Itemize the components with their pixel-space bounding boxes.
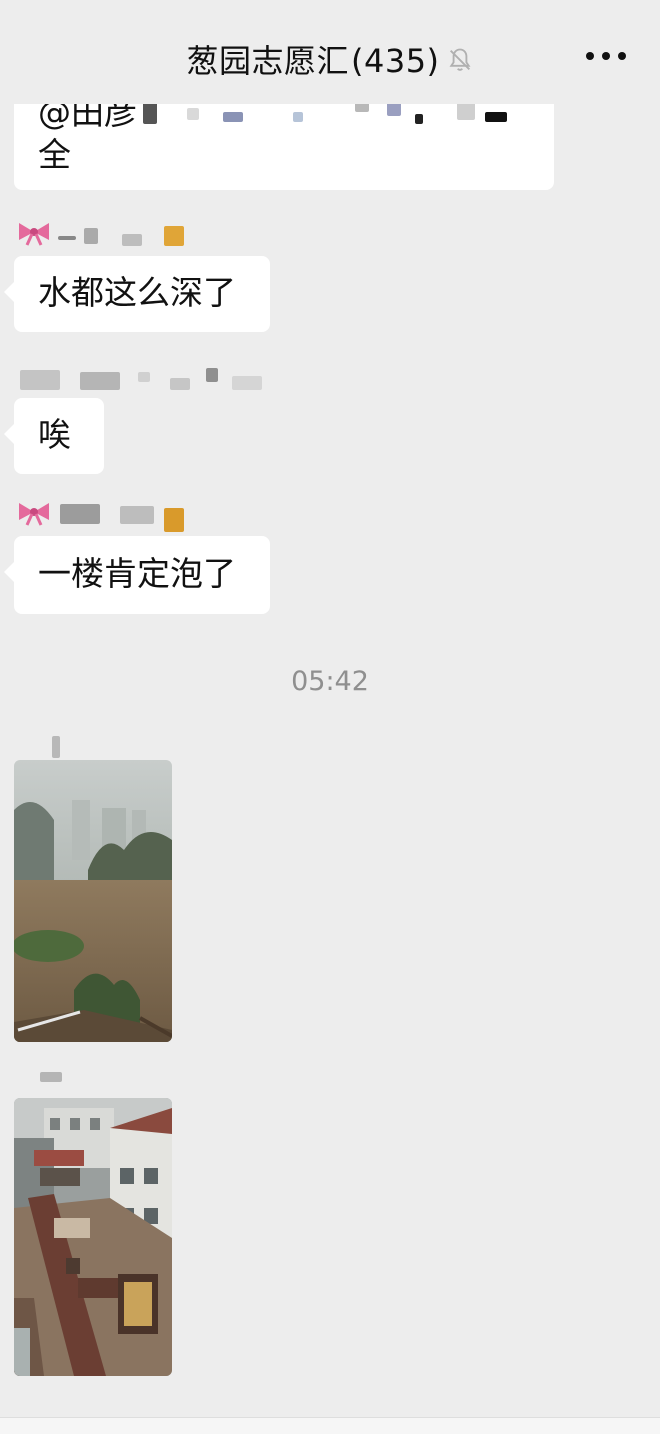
sender-name-redacted — [58, 504, 198, 532]
sender-name-redacted — [20, 736, 180, 766]
message-bubble[interactable]: 唉 — [4, 398, 104, 474]
sender-name-redacted — [20, 368, 270, 394]
input-bar-edge — [0, 1417, 660, 1434]
group-name: 葱园志愿汇 — [186, 42, 349, 80]
flood-landscape-image — [14, 760, 172, 1042]
chat-screen: 葱园志愿汇(435) @田彦 全 水都这么深了 唉 一楼肯定泡了 05:42 — [0, 0, 660, 1434]
chat-title-row[interactable]: 葱园志愿汇(435) — [0, 36, 660, 82]
timestamp: 05:42 — [291, 666, 369, 697]
message-text-line2: 全 — [38, 135, 71, 174]
more-dots-icon[interactable] — [586, 50, 626, 62]
member-count: (435) — [350, 42, 440, 80]
message-bubble[interactable]: 一楼肯定泡了 — [4, 536, 270, 614]
message-bubble[interactable]: 水都这么深了 — [4, 256, 270, 332]
message-text: 一楼肯定泡了 — [38, 554, 236, 593]
message-text: 唉 — [38, 415, 71, 454]
message-text: 水都这么深了 — [38, 273, 236, 312]
flood-photo[interactable] — [14, 760, 172, 1042]
flood-photo[interactable] — [14, 1098, 172, 1376]
chat-header: 葱园志愿汇(435) — [0, 0, 660, 104]
bow-icon — [19, 503, 49, 526]
sender-name-redacted — [40, 1068, 80, 1094]
flooded-village-image — [14, 1098, 172, 1376]
sender-name-redacted — [58, 226, 198, 252]
bow-icon — [19, 223, 49, 246]
bell-muted-icon — [449, 48, 471, 71]
